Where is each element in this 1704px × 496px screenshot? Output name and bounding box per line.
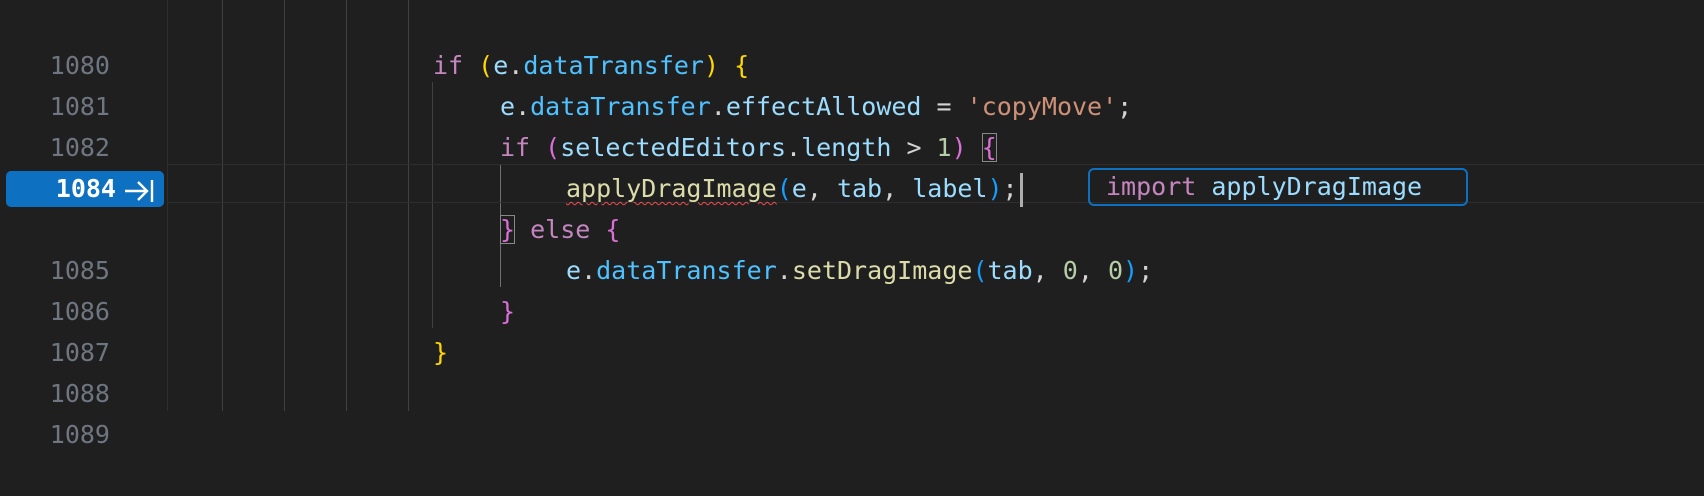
code-line: 1080 [0,4,1704,80]
identifier: e [500,92,516,121]
code-text[interactable]: e.dataTransfer.setDragImage(tab, 0, 0); [566,250,1153,291]
text-cursor [1019,173,1023,207]
string-literal: 'copyMove' [966,92,1118,121]
property: dataTransfer [530,92,711,121]
code-text[interactable]: applyDragImage(e, tab, label); [566,168,1023,209]
code-line: 1088 } [0,332,1704,408]
function-call: setDragImage [791,256,973,285]
number-literal: 1 [936,133,952,162]
punctuation: , [1077,256,1108,285]
punctuation: , [1032,256,1063,285]
property: dataTransfer [523,51,704,80]
active-line-number-badge[interactable]: 1084 [6,171,164,207]
property: effectAllowed [725,92,922,121]
punctuation: . [710,92,726,121]
punctuation: . [786,133,802,162]
code-line: 1082 e.dataTransfer.effectAllowed = 'cop… [0,86,1704,162]
operator: = [921,92,967,121]
punctuation: , [806,174,837,203]
code-editor[interactable]: 1080 1081 if (e.dataTransfer) { 1082 e.d… [0,0,1704,449]
number-literal: 0 [1062,256,1078,285]
paren: ( [776,174,792,203]
keyword: else [530,215,591,244]
identifier: e [791,174,807,203]
paren: ) [1123,256,1139,285]
code-line: 1087 } [0,291,1704,367]
identifier: tab [836,174,883,203]
code-text[interactable]: } [500,291,515,332]
paren: ) [987,174,1003,203]
identifier: e [493,51,509,80]
punctuation: , [882,174,913,203]
punctuation: ; [1117,92,1133,121]
matched-brace: { [981,133,997,162]
property: length [801,133,892,162]
paren: ( [972,256,988,285]
operator: > [891,133,937,162]
identifier: tab [987,256,1033,285]
active-line-number: 1084 [55,174,116,203]
paren: ) [951,133,967,162]
property: dataTransfer [596,256,777,285]
line-number: 1089 [49,420,110,449]
brace: { [605,215,621,244]
keyword: if [500,133,531,162]
identifier: label [912,174,988,203]
brace: } [500,297,516,326]
code-text[interactable]: } else { [500,209,620,250]
paren: ) [703,51,720,80]
unresolved-function[interactable]: applyDragImage [566,174,777,203]
paren: ( [478,51,494,80]
punctuation: ; [1002,174,1018,203]
brace: } [433,338,449,367]
code-line: 1083 if (selectedEditors.length > 1) { [0,127,1704,203]
code-line: 1089 [0,373,1704,449]
code-text[interactable]: } [433,332,448,373]
punctuation: ; [1138,256,1154,285]
punctuation: . [776,256,792,285]
punctuation: . [515,92,531,121]
paren: ( [545,133,561,162]
number-literal: 0 [1107,256,1123,285]
brace: { [734,51,750,80]
punctuation: . [508,51,524,80]
keyword: if [433,51,464,80]
code-text[interactable]: if (selectedEditors.length > 1) { [500,127,997,168]
punctuation: . [581,256,597,285]
code-line: 1081 if (e.dataTransfer) { [0,45,1704,121]
identifier: selectedEditors [560,133,787,162]
hint-symbol: applyDragImage [1211,172,1423,201]
matched-brace: } [500,215,516,244]
hint-keyword: import [1106,172,1197,201]
code-text[interactable]: if (e.dataTransfer) { [433,45,749,86]
code-line: 1086 e.dataTransfer.setDragImage(tab, 0,… [0,250,1704,326]
code-text[interactable]: e.dataTransfer.effectAllowed = 'copyMove… [500,86,1132,127]
identifier: e [566,256,582,285]
jump-to-line-icon [125,180,154,202]
import-suggestion-hint[interactable]: import applyDragImage [1088,168,1468,206]
code-line: 1085 } else { [0,209,1704,285]
